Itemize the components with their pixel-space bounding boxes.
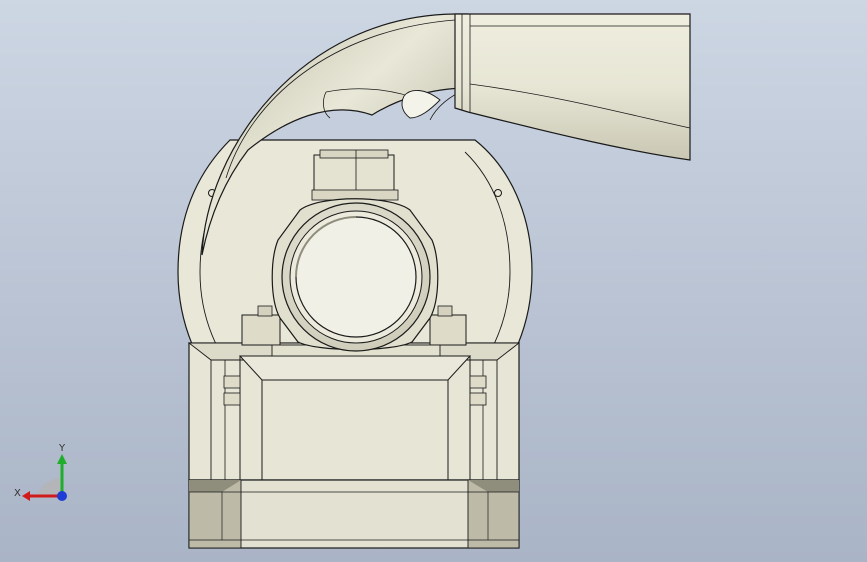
- z-axis-icon: [57, 491, 67, 501]
- cad-viewport[interactable]: Y X: [0, 0, 867, 562]
- blower-assembly-model[interactable]: [0, 0, 867, 562]
- y-axis-label: Y: [58, 443, 66, 454]
- base-frame: [187, 342, 521, 549]
- coordinate-triad: Y X: [14, 443, 67, 501]
- x-axis-label: X: [14, 488, 21, 499]
- outlet-duct: [454, 13, 691, 161]
